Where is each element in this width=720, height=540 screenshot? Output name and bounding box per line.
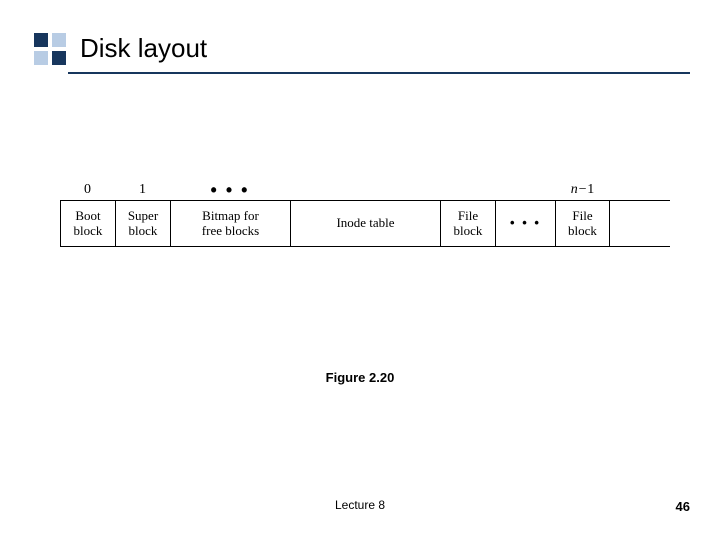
index-n: n — [571, 182, 578, 197]
logo-square — [52, 51, 66, 65]
page-number: 46 — [676, 499, 690, 514]
title-rule — [68, 72, 690, 74]
cell-text: free blocks — [202, 224, 259, 239]
index-label-nminus1: n−1 — [555, 180, 610, 200]
cell-super-block: Super block — [115, 201, 170, 246]
index-label-0: 0 — [60, 180, 115, 200]
cell-inode-table: Inode table — [290, 201, 440, 246]
logo-square — [34, 33, 48, 47]
index-label-1: 1 — [115, 180, 170, 200]
cell-boot-block: Boot block — [60, 201, 115, 246]
cell-text: block — [129, 224, 158, 239]
cell-text: File — [458, 209, 478, 224]
index-one: 1 — [587, 182, 594, 197]
cell-text: Inode table — [336, 216, 394, 231]
cell-bitmap: Bitmap for free blocks — [170, 201, 290, 246]
cell-file-block: File block — [440, 201, 495, 246]
index-ellipsis: • • • — [170, 180, 290, 200]
cell-text: block — [74, 224, 103, 239]
cell-text: Bitmap for — [202, 209, 259, 224]
cell-text: Boot — [75, 209, 100, 224]
cell-text: Super — [128, 209, 158, 224]
logo-square — [34, 51, 48, 65]
index-minus: − — [578, 182, 587, 197]
footer-lecture: Lecture 8 — [0, 498, 720, 512]
diagram-cells-row: Boot block Super block Bitmap for free b… — [60, 200, 670, 247]
diagram-index-row: 0 1 • • • n−1 — [60, 180, 670, 200]
ellipsis-dots: • • • — [510, 216, 541, 231]
disk-layout-diagram: 0 1 • • • n−1 Boot block Super block Bit… — [60, 180, 670, 247]
figure-caption: Figure 2.20 — [0, 370, 720, 385]
cell-text: block — [454, 224, 483, 239]
logo-square — [52, 33, 66, 47]
cell-text: File — [572, 209, 592, 224]
slide-title: Disk layout — [80, 33, 207, 64]
index-label-blank — [290, 180, 440, 200]
index-label-blank — [495, 180, 555, 200]
index-label-blank — [440, 180, 495, 200]
slide-bullet-logo — [34, 33, 67, 66]
cell-ellipsis: • • • — [495, 201, 555, 246]
slide: Disk layout 0 1 • • • n−1 Boot block Sup… — [0, 0, 720, 540]
cell-text: block — [568, 224, 597, 239]
cell-file-block: File block — [555, 201, 610, 246]
